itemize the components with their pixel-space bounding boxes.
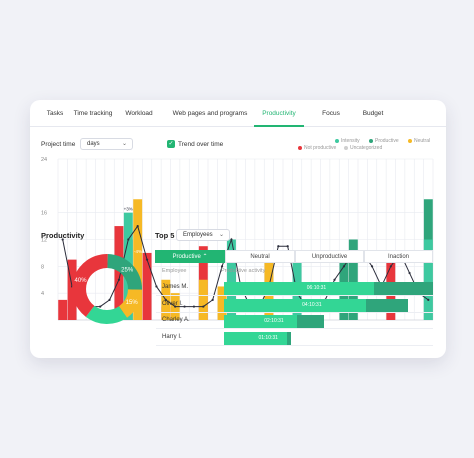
employee-name: Charley A. bbox=[162, 317, 190, 323]
top-label: Top 5 bbox=[155, 231, 175, 240]
employee-column-header: Employee bbox=[162, 268, 187, 274]
dashboard-card: Tasks Time tracking Workload Web pages a… bbox=[30, 100, 446, 358]
activity-time: 04:10:31 bbox=[302, 301, 322, 308]
donut-slice-label: 25% bbox=[121, 268, 134, 274]
table-row[interactable]: Charley A. 02:10:31 bbox=[156, 313, 433, 329]
activity-bar-fill bbox=[224, 298, 367, 312]
employee-name: James M. bbox=[162, 284, 189, 290]
table-row[interactable]: Oliver I. 04:10:31 bbox=[156, 297, 433, 313]
activity-bar: 01:10:31 bbox=[224, 331, 291, 345]
activity-bar: 04:10:31 bbox=[224, 298, 408, 312]
activity-time: 02:10:31 bbox=[264, 318, 284, 324]
activity-bar: 06:10:31 bbox=[224, 282, 433, 295]
employee-name: Harry I. bbox=[162, 333, 182, 340]
donut-slice-label: 15% bbox=[126, 300, 139, 306]
tab-productive[interactable]: Productive ⌃ bbox=[155, 250, 225, 263]
employees-dropdown[interactable]: Employees ⌄ bbox=[176, 229, 230, 241]
activity-time: 06:10:31 bbox=[306, 285, 327, 291]
activity-time: 01:10:31 bbox=[258, 334, 278, 341]
chevron-down-icon: ⌄ bbox=[218, 232, 224, 238]
activity-bar-fill bbox=[224, 315, 298, 328]
tab-neutral[interactable]: Neutral bbox=[225, 250, 295, 263]
employees-value: Employees bbox=[183, 232, 213, 238]
table-row[interactable]: Harry I. 01:10:31 bbox=[156, 330, 433, 346]
chevron-up-icon: ⌃ bbox=[202, 254, 208, 260]
tab-unproductive[interactable]: Unproductive bbox=[295, 250, 364, 263]
activity-column-header: Productive activity bbox=[221, 268, 266, 274]
tab-inaction[interactable]: Inaction bbox=[364, 250, 433, 263]
donut-slice bbox=[72, 254, 108, 317]
table-row[interactable]: James M. 06:10:31 bbox=[156, 280, 433, 296]
employee-name: Oliver I. bbox=[162, 300, 183, 307]
activity-bar: 02:10:31 bbox=[224, 315, 325, 328]
activity-bar-fill bbox=[224, 282, 375, 295]
donut-slice-label: 40% bbox=[75, 278, 88, 284]
tab-label: Productive bbox=[172, 254, 201, 260]
